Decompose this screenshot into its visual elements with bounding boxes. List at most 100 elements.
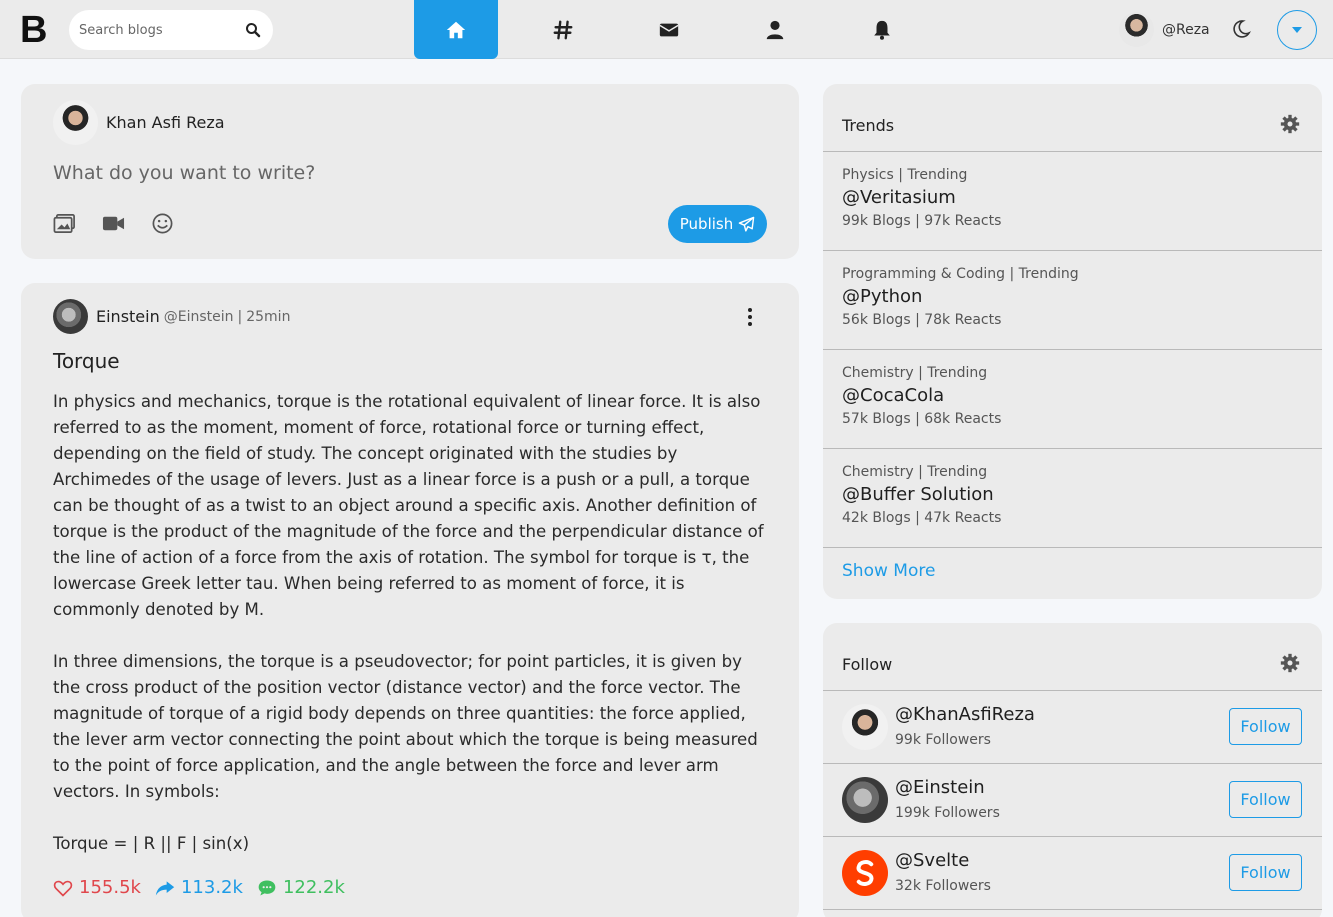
nav-notifications[interactable] — [840, 0, 924, 59]
trend-tag[interactable]: @Buffer Solution — [842, 484, 1001, 505]
trend-tag[interactable]: @CocaCola — [842, 385, 1001, 406]
avatar — [53, 100, 98, 145]
blog-post: Einstein @Einstein | 25min Torque In phy… — [21, 283, 799, 917]
trend-item[interactable]: Chemistry | Trending @CocaCola 57k Blogs… — [842, 365, 1001, 427]
publish-button[interactable]: Publish — [668, 205, 767, 243]
user-avatar — [1119, 12, 1154, 47]
follow-handle[interactable]: @Einstein — [895, 777, 985, 798]
post-title: Torque — [53, 349, 120, 373]
home-icon — [446, 21, 466, 38]
follow-title: Follow — [842, 655, 893, 674]
divider — [823, 151, 1322, 152]
divider — [823, 836, 1322, 837]
trend-counts: 57k Blogs | 68k Reacts — [842, 411, 1002, 427]
share-button[interactable]: 113.2k — [155, 877, 243, 898]
divider — [823, 690, 1322, 691]
post-header: Einstein @Einstein | 25min — [53, 299, 290, 334]
more-options-icon[interactable] — [741, 307, 759, 327]
follow-button[interactable]: Follow — [1229, 708, 1302, 745]
trend-counts: 99k Blogs | 97k Reacts — [842, 213, 1002, 229]
trend-item[interactable]: Programming & Coding | Trending @Python … — [842, 266, 1079, 328]
divider — [823, 250, 1322, 251]
moon-icon[interactable] — [1231, 19, 1251, 39]
comment-icon — [258, 880, 276, 895]
avatar[interactable] — [842, 777, 888, 823]
trend-category: Physics | Trending — [842, 167, 968, 183]
user-handle: @Reza — [1162, 21, 1210, 38]
emoji-icon[interactable] — [151, 212, 174, 235]
current-user[interactable]: @Reza — [1119, 12, 1210, 47]
trends-title: Trends — [842, 116, 895, 135]
composer-input[interactable]: What do you want to write? — [53, 162, 315, 184]
user-icon — [766, 20, 784, 39]
divider — [823, 909, 1322, 910]
svelte-s-icon — [856, 860, 874, 886]
trends-panel: Trends Physics | Trending @Veritasium 99… — [823, 84, 1322, 599]
comment-count: 122.2k — [282, 877, 345, 898]
post-body: In physics and mechanics, torque is the … — [53, 392, 764, 853]
post-handle[interactable]: @Einstein — [164, 309, 234, 325]
share-count: 113.2k — [180, 877, 243, 898]
hashtag-icon — [553, 20, 573, 39]
trend-tag[interactable]: @Veritasium — [842, 187, 1001, 208]
gear-icon[interactable] — [1280, 114, 1300, 134]
share-icon — [155, 880, 175, 895]
like-button[interactable]: 155.5k — [53, 877, 141, 898]
publish-label: Publish — [679, 215, 734, 233]
nav-home[interactable] — [414, 0, 498, 59]
divider — [823, 763, 1322, 764]
svelte-logo-icon[interactable] — [842, 850, 888, 896]
post-time: 25min — [246, 308, 291, 325]
composer-tools — [53, 212, 174, 235]
trend-item[interactable]: Physics | Trending @Veritasium 99k Blogs… — [842, 167, 1001, 229]
image-icon[interactable] — [53, 212, 76, 235]
follow-panel: Follow @KhanAsfiReza 99k Followers Follo… — [823, 623, 1322, 917]
nav-hashtag[interactable] — [521, 0, 605, 59]
account-menu-button[interactable] — [1277, 10, 1317, 50]
video-icon[interactable] — [102, 212, 125, 235]
post-stats: 155.5k 113.2k 122.2k — [53, 877, 345, 898]
trend-tag[interactable]: @Python — [842, 286, 1079, 307]
caret-down-icon — [1292, 27, 1302, 33]
composer-author: Khan Asfi Reza — [53, 100, 225, 145]
paper-plane-icon — [738, 216, 755, 232]
follow-followers: 32k Followers — [895, 878, 991, 894]
envelope-icon — [659, 23, 679, 36]
divider — [823, 547, 1322, 548]
post-meta-separator: | — [237, 308, 243, 325]
trend-category: Chemistry | Trending — [842, 365, 988, 381]
follow-item: @KhanAsfiReza 99k Followers Follow — [842, 704, 1302, 764]
nav-messages[interactable] — [627, 0, 711, 59]
comment-button[interactable]: 122.2k — [257, 877, 345, 898]
post-composer: Khan Asfi Reza What do you want to write… — [21, 84, 799, 259]
top-navbar: B @Reza — [0, 0, 1333, 59]
divider — [823, 349, 1322, 350]
avatar[interactable] — [842, 704, 888, 750]
divider — [823, 448, 1322, 449]
follow-button[interactable]: Follow — [1229, 781, 1302, 818]
follow-item: @Einstein 199k Followers Follow — [842, 777, 1302, 837]
follow-followers: 199k Followers — [895, 805, 1000, 821]
post-author[interactable]: Einstein — [96, 307, 160, 326]
brand-logo[interactable]: B — [20, 10, 47, 50]
trend-category: Chemistry | Trending — [842, 464, 988, 480]
composer-author-name: Khan Asfi Reza — [106, 113, 225, 132]
follow-followers: 99k Followers — [895, 732, 991, 748]
search-icon[interactable] — [245, 22, 261, 38]
trend-counts: 56k Blogs | 78k Reacts — [842, 312, 1002, 328]
show-more-link[interactable]: Show More — [842, 561, 935, 581]
nav-profile[interactable] — [733, 0, 817, 59]
follow-handle[interactable]: @KhanAsfiReza — [895, 704, 1035, 725]
search-input[interactable] — [79, 10, 239, 50]
trend-item[interactable]: Chemistry | Trending @Buffer Solution 42… — [842, 464, 1001, 526]
heart-icon — [53, 880, 73, 897]
gear-icon[interactable] — [1280, 653, 1300, 673]
avatar[interactable] — [53, 299, 88, 334]
like-count: 155.5k — [79, 877, 141, 898]
follow-item: @Svelte 32k Followers Follow — [842, 850, 1302, 910]
trend-category: Programming & Coding | Trending — [842, 266, 1079, 282]
follow-handle[interactable]: @Svelte — [895, 850, 969, 871]
follow-button[interactable]: Follow — [1229, 854, 1302, 891]
bell-icon — [874, 20, 890, 40]
trend-counts: 42k Blogs | 47k Reacts — [842, 510, 1002, 526]
